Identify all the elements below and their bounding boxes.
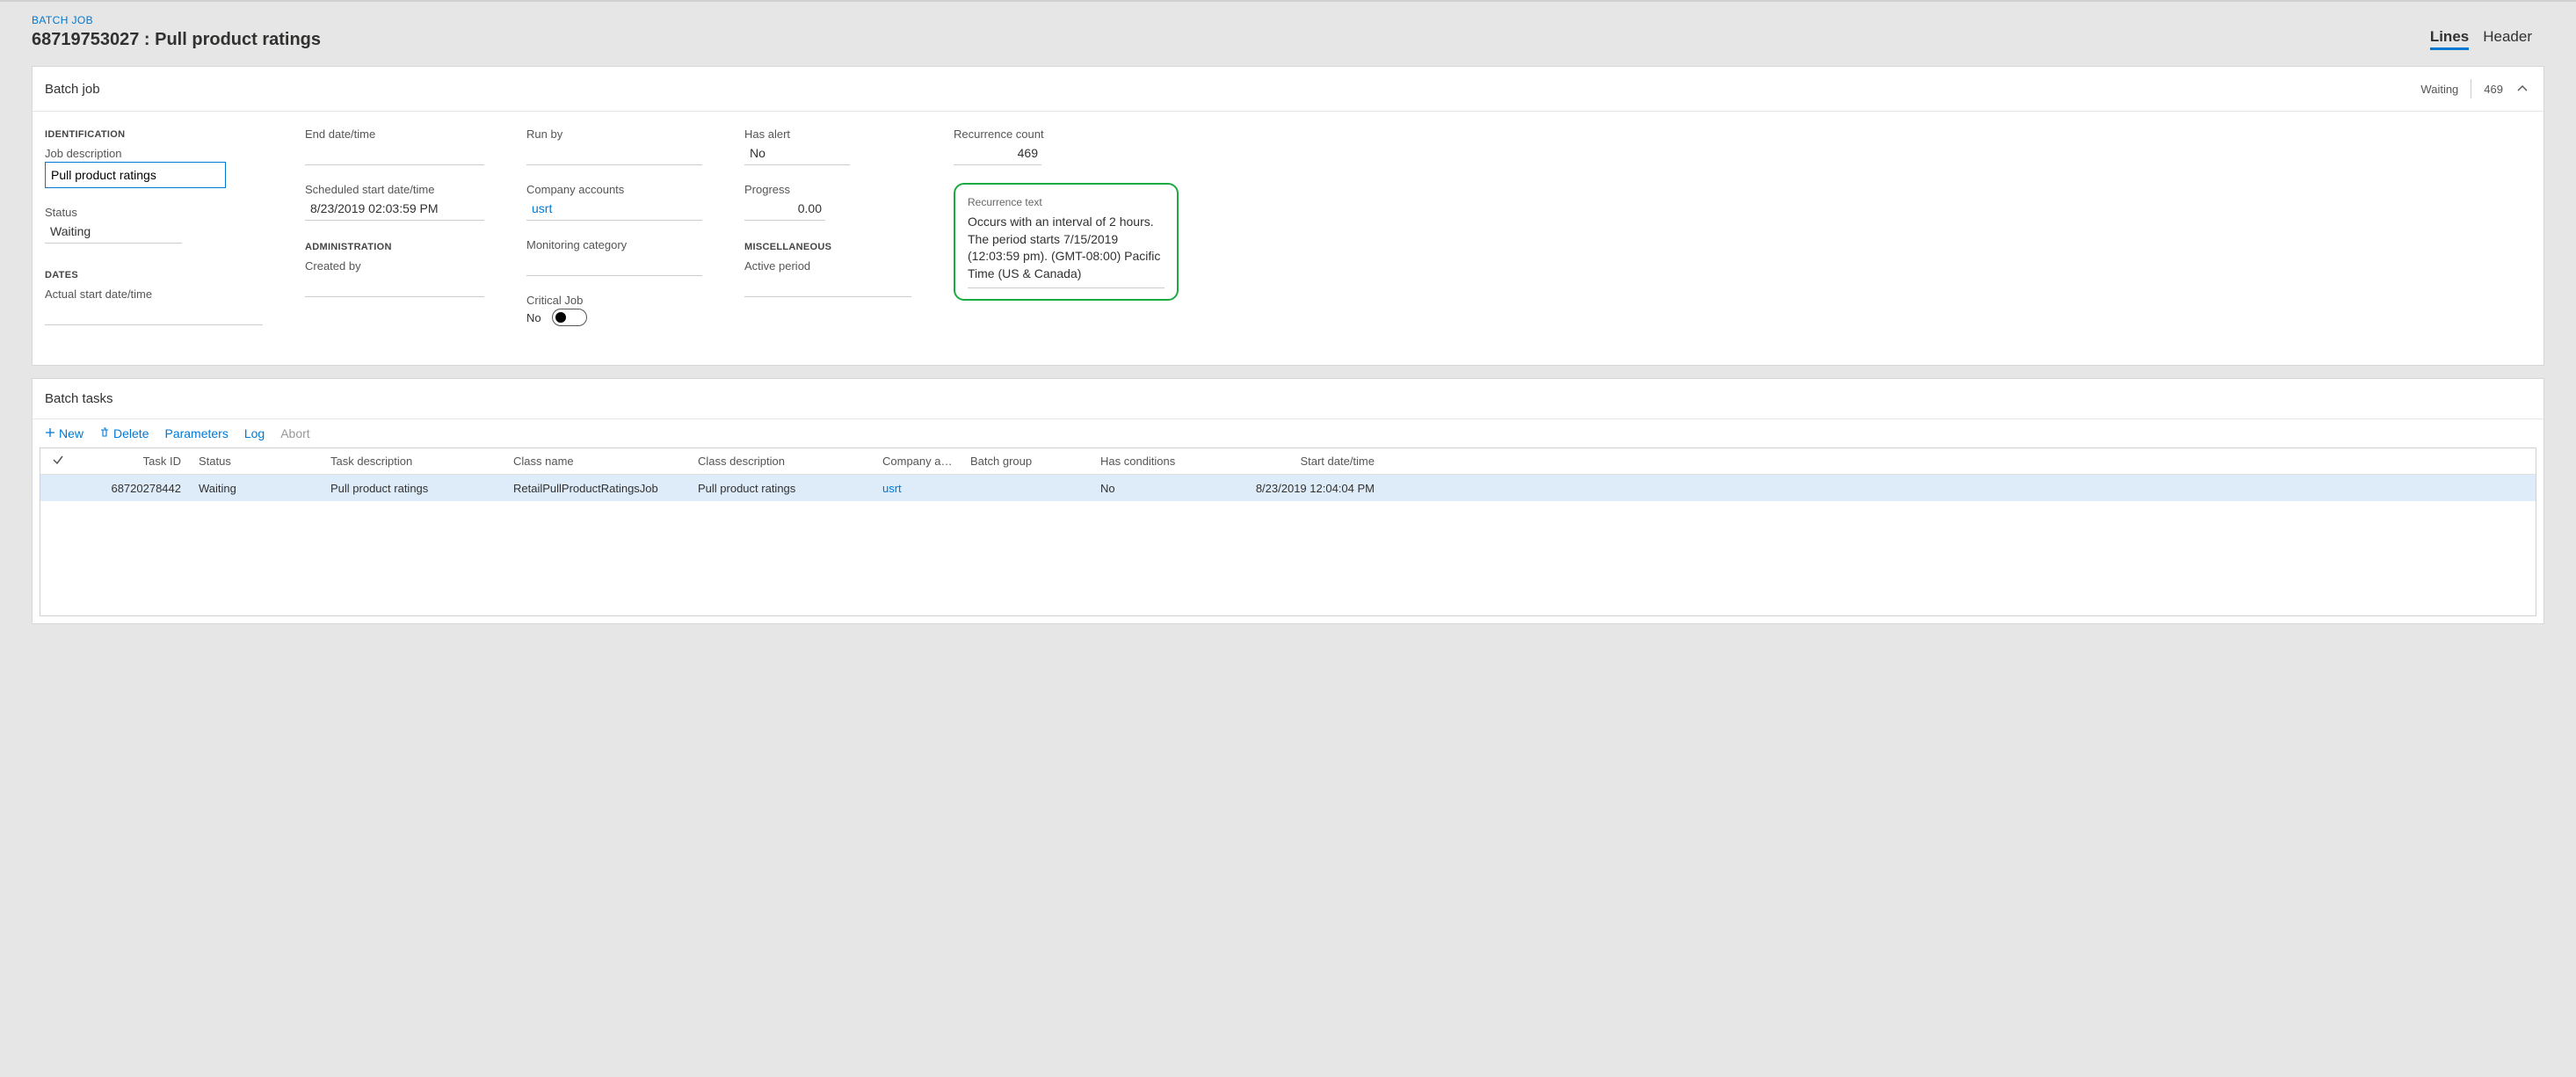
new-button-label: New [59,426,83,440]
batch-job-count-chip: 469 [2484,83,2503,96]
scheduled-start-label: Scheduled start date/time [305,183,484,196]
grid-header-task-id[interactable]: Task ID [76,455,190,468]
table-row[interactable]: 68720278442 Waiting Pull product ratings… [40,475,2536,501]
progress-label: Progress [744,183,911,196]
log-button[interactable]: Log [244,426,265,440]
end-datetime-value[interactable] [305,142,484,165]
row-status: Waiting [190,482,322,495]
plus-icon [45,426,55,440]
parameters-button[interactable]: Parameters [164,426,228,440]
section-administration: ADMINISTRATION [305,242,484,252]
page-header: BATCH JOB 68719753027 : Pull product rat… [0,2,2576,59]
grid-header-company-label: Company acc... [882,455,961,468]
grid-header-status[interactable]: Status [190,455,322,468]
batch-job-card-title: Batch job [45,82,100,97]
progress-value[interactable]: 0.00 [744,198,825,221]
chevron-up-icon[interactable] [2515,82,2529,96]
has-alert-label: Has alert [744,127,911,141]
critical-job-toggle[interactable] [552,309,587,326]
grid-header-start-dt[interactable]: Start date/time [1225,455,1383,468]
has-alert-value[interactable]: No [744,142,850,165]
status-label: Status [45,206,263,219]
batch-tasks-grid: Task ID Status Task description Class na… [40,448,2536,616]
critical-job-label: Critical Job [526,294,702,307]
active-period-label: Active period [744,259,911,273]
batch-job-form: IDENTIFICATION Job description Status Wa… [33,112,2543,365]
grid-header-task-desc[interactable]: Task description [322,455,504,468]
monitoring-category-label: Monitoring category [526,238,702,251]
batch-tasks-card-title: Batch tasks [45,391,113,406]
recurrence-text-highlight: Recurrence text Occurs with an interval … [954,183,1179,301]
section-identification: IDENTIFICATION [45,129,263,140]
actual-start-value[interactable] [45,302,263,325]
grid-header-company[interactable]: Company acc... [874,455,961,468]
row-task-id: 68720278442 [76,482,190,495]
job-description-input[interactable] [45,162,226,188]
row-task-desc: Pull product ratings [322,482,504,495]
view-tabs: Lines Header [2430,28,2532,50]
company-accounts-label: Company accounts [526,183,702,196]
delete-button-label: Delete [113,426,149,440]
run-by-label: Run by [526,127,702,141]
run-by-value[interactable] [526,142,702,165]
batch-job-status-chip: Waiting [2420,83,2458,96]
status-value[interactable]: Waiting [45,221,182,244]
actual-start-label: Actual start date/time [45,287,263,301]
critical-job-value: No [526,311,541,324]
scheduled-start-value[interactable]: 8/23/2019 02:03:59 PM [305,198,484,221]
grid-header-row: Task ID Status Task description Class na… [40,448,2536,475]
row-start-dt: 8/23/2019 12:04:04 PM [1225,482,1383,495]
batch-tasks-card-header[interactable]: Batch tasks [33,379,2543,419]
created-by-value[interactable] [305,274,484,297]
batch-tasks-toolbar: New Delete Parameters Log Abort [33,419,2543,448]
job-description-label: Job description [45,147,263,160]
created-by-label: Created by [305,259,484,273]
page-title: 68719753027 : Pull product ratings [32,30,321,50]
batch-job-card-header[interactable]: Batch job Waiting 469 [33,67,2543,112]
delete-button[interactable]: Delete [99,426,149,440]
breadcrumb[interactable]: BATCH JOB [32,14,321,26]
row-company[interactable]: usrt [874,482,961,495]
recurrence-count-label: Recurrence count [954,127,1182,141]
abort-button: Abort [280,426,309,440]
batch-job-card: Batch job Waiting 469 IDENTIFICATION Job… [32,66,2544,366]
check-icon [52,454,64,466]
tab-lines[interactable]: Lines [2430,28,2469,50]
row-class-desc: Pull product ratings [689,482,874,495]
recurrence-text-label: Recurrence text [968,196,1042,208]
new-button[interactable]: New [45,426,83,440]
company-accounts-value[interactable]: usrt [526,198,702,221]
row-class-name: RetailPullProductRatingsJob [504,482,689,495]
grid-body: 68720278442 Waiting Pull product ratings… [40,475,2536,615]
end-datetime-label: End date/time [305,127,484,141]
section-miscellaneous: MISCELLANEOUS [744,242,911,252]
grid-header-class-desc[interactable]: Class description [689,455,874,468]
recurrence-text-value: Occurs with an interval of 2 hours. The … [968,214,1165,288]
batch-tasks-card: Batch tasks New Delete Parameters Log Ab… [32,378,2544,624]
section-dates: DATES [45,270,263,280]
tab-header[interactable]: Header [2483,28,2532,50]
grid-header-has-conditions[interactable]: Has conditions [1092,455,1225,468]
active-period-value[interactable] [744,274,911,297]
monitoring-category-value[interactable] [526,253,702,276]
grid-header-class-name[interactable]: Class name [504,455,689,468]
recurrence-count-value[interactable]: 469 [954,142,1041,165]
row-has-conditions: No [1092,482,1225,495]
trash-icon [99,426,110,440]
grid-header-select[interactable] [40,454,76,469]
grid-header-batch-group[interactable]: Batch group [961,455,1092,468]
